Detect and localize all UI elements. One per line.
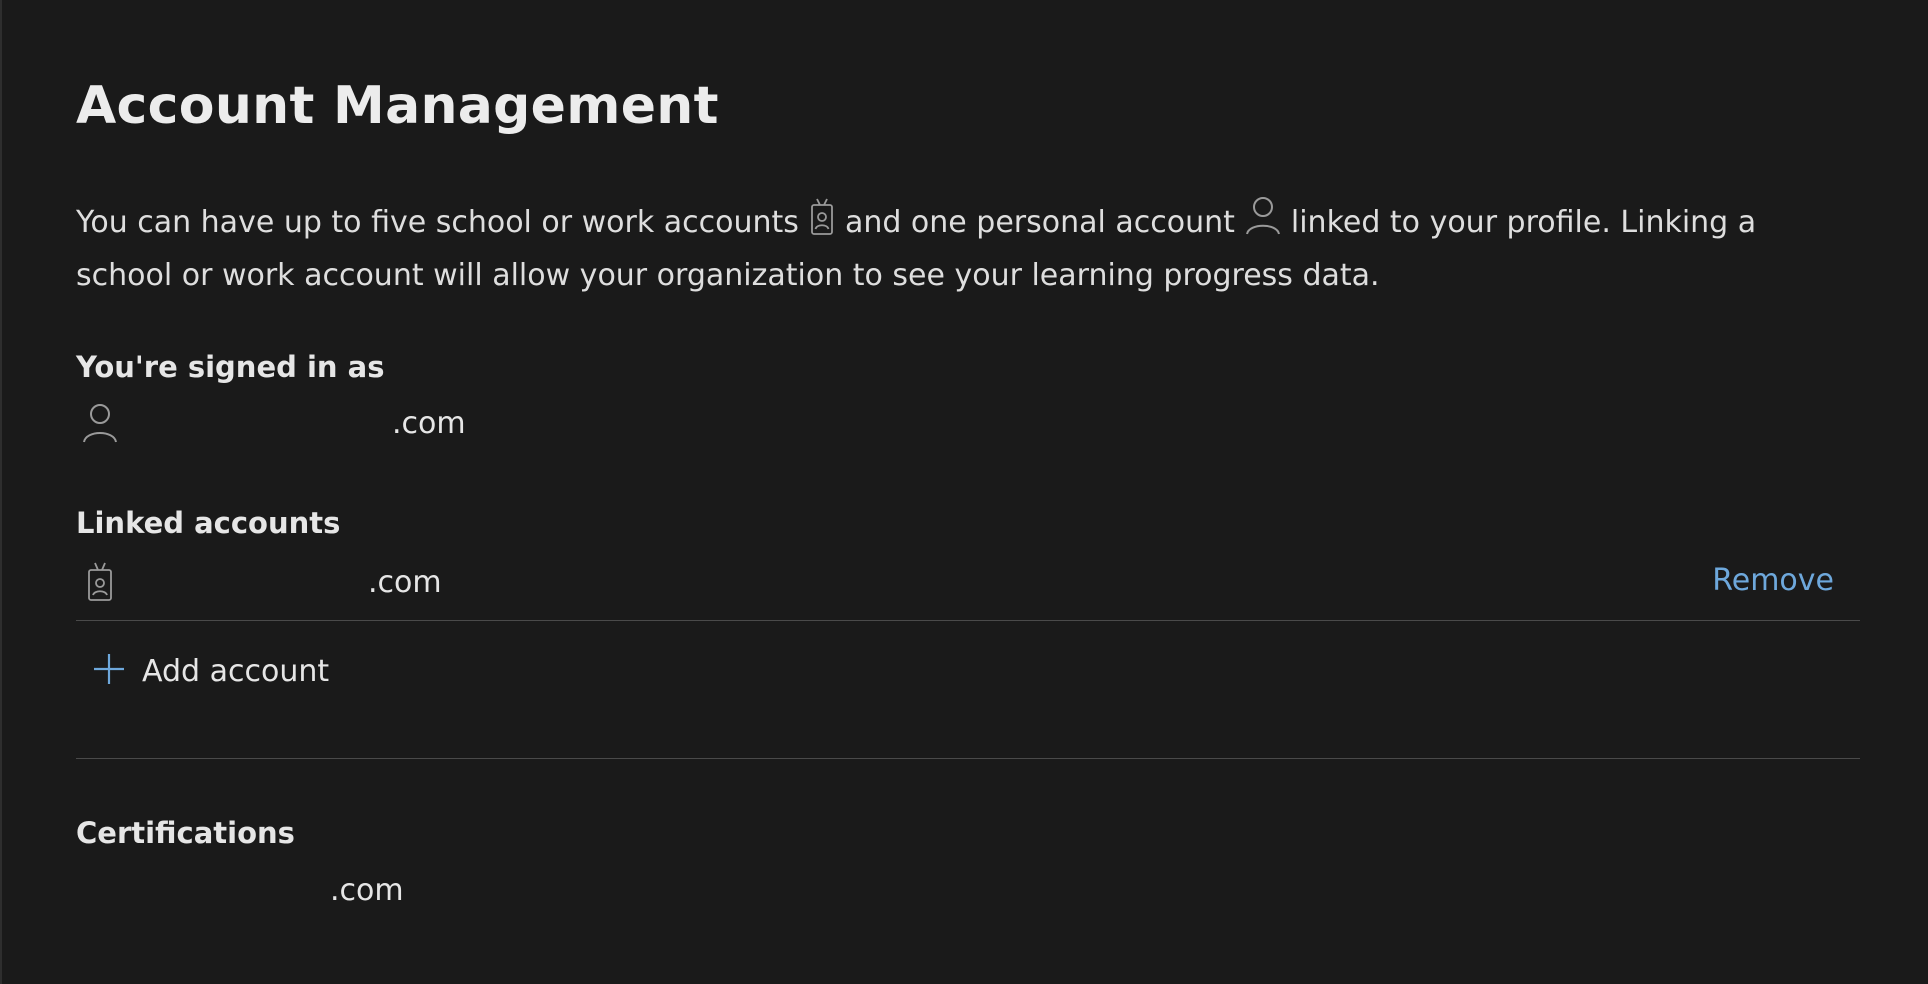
intro-part-2: and one personal account — [844, 205, 1235, 240]
page-title: Account Management — [76, 76, 719, 136]
linked-account-email-suffix: .com — [368, 564, 442, 600]
certifications-account: .com — [76, 870, 404, 910]
add-account-label: Add account — [142, 653, 330, 689]
signed-in-label: You're signed in as — [76, 350, 385, 384]
linked-accounts-divider — [76, 620, 1860, 621]
window-left-border — [0, 0, 2, 984]
linked-account-row: .com — [76, 562, 442, 602]
work-badge-icon — [809, 198, 835, 251]
remove-account-link[interactable]: Remove — [1712, 563, 1834, 598]
redacted-email — [76, 870, 330, 910]
section-divider — [76, 758, 1860, 759]
plus-icon — [92, 652, 126, 690]
signed-in-account: .com — [76, 402, 466, 444]
person-icon — [80, 402, 120, 444]
person-icon — [1245, 196, 1281, 251]
signed-in-email-suffix: .com — [392, 405, 466, 441]
linked-accounts-label: Linked accounts — [76, 506, 341, 540]
certifications-email-suffix: .com — [330, 872, 404, 908]
certifications-label: Certifications — [76, 816, 295, 850]
redacted-email — [120, 403, 392, 443]
intro-part-1: You can have up to five school or work a… — [76, 205, 799, 240]
work-badge-icon — [80, 562, 120, 602]
add-account-button[interactable]: Add account — [92, 652, 329, 690]
intro-text: You can have up to five school or work a… — [76, 196, 1860, 300]
redacted-email — [120, 562, 368, 602]
